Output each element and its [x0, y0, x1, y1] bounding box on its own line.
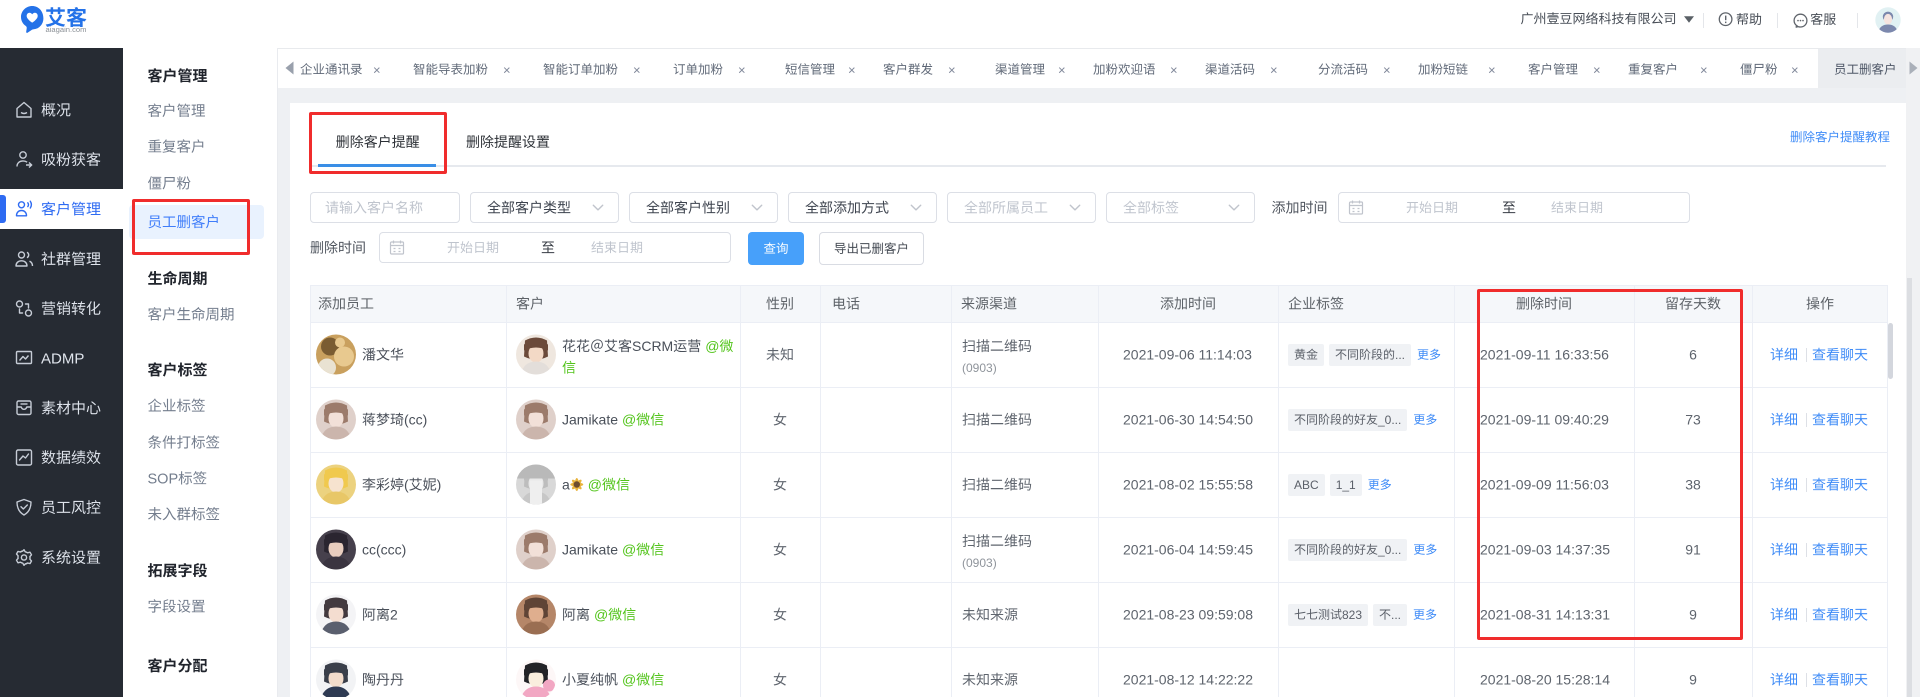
- svg-text:aiagain.com: aiagain.com: [46, 25, 87, 34]
